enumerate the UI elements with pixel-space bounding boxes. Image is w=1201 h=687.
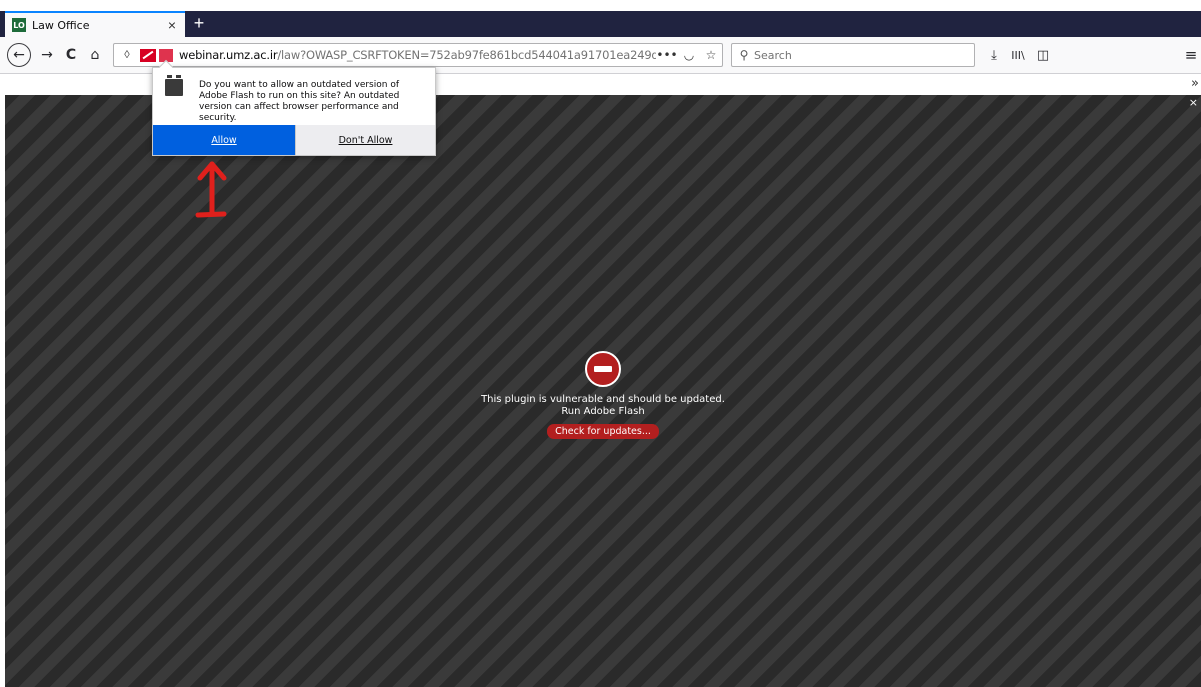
- tab-strip: LO Law Office × +: [0, 11, 1201, 37]
- plugin-message: This plugin is vulnerable and should be …: [5, 394, 1201, 418]
- search-icon: ⚲: [739, 48, 749, 62]
- library-icon[interactable]: III\: [1008, 45, 1028, 65]
- url-bar[interactable]: ◊ webinar.umz.ac.ir/law?OWASP_CSRFTOKEN=…: [113, 43, 723, 67]
- url-host: webinar.umz.ac.ir: [179, 48, 278, 62]
- tab-title: Law Office: [32, 18, 90, 32]
- annotation-arrow-icon: [195, 161, 227, 218]
- url-path: /law?OWASP_CSRFTOKEN=752ab97fe861bcd5440…: [277, 48, 656, 62]
- sidebar-icon[interactable]: ◫: [1033, 45, 1053, 65]
- url-text[interactable]: webinar.umz.ac.ir/law?OWASP_CSRFTOKEN=75…: [179, 48, 656, 62]
- check-for-updates-button[interactable]: Check for updates...: [547, 424, 659, 439]
- pocket-icon[interactable]: ◡: [678, 48, 700, 62]
- tab-law-office[interactable]: LO Law Office ×: [5, 11, 185, 37]
- close-tab-icon[interactable]: ×: [163, 17, 181, 33]
- popup-message: Do you want to allow an outdated version…: [199, 80, 400, 123]
- blocked-plugin-icon: [585, 351, 621, 387]
- plugin-message-line1: This plugin is vulnerable and should be …: [481, 394, 725, 405]
- allow-button[interactable]: Allow: [153, 125, 295, 155]
- page-actions-icon[interactable]: •••: [656, 48, 678, 62]
- overflow-chevron-icon[interactable]: »: [1191, 76, 1199, 91]
- dont-allow-button[interactable]: Don't Allow: [295, 125, 435, 155]
- downloads-icon[interactable]: ⤓: [984, 45, 1004, 65]
- plugin-placeholder-area: This plugin is vulnerable and should be …: [5, 95, 1201, 687]
- plugin-notice: This plugin is vulnerable and should be …: [5, 351, 1201, 439]
- close-icon[interactable]: ×: [1189, 96, 1198, 109]
- search-input[interactable]: [754, 48, 954, 62]
- search-bar[interactable]: ⚲: [731, 43, 975, 67]
- menu-icon[interactable]: ≡: [1181, 45, 1201, 65]
- plugin-blocked-icon[interactable]: [140, 48, 156, 62]
- back-button[interactable]: ←: [7, 43, 31, 67]
- forward-button[interactable]: →: [36, 44, 58, 66]
- tracking-shield-icon[interactable]: ◊: [118, 49, 136, 61]
- new-tab-button[interactable]: +: [188, 13, 210, 35]
- popup-button-row: Allow Don't Allow: [153, 125, 435, 155]
- plugin-icon: [165, 75, 183, 96]
- run-flash-link[interactable]: Run Adobe Flash: [5, 406, 1201, 418]
- bookmark-star-icon[interactable]: ☆: [700, 48, 722, 62]
- site-favicon-icon: LO: [12, 18, 26, 32]
- flash-permission-popup: Do you want to allow an outdated version…: [152, 59, 436, 156]
- home-button[interactable]: ⌂: [84, 44, 106, 66]
- reload-button[interactable]: C: [60, 44, 82, 66]
